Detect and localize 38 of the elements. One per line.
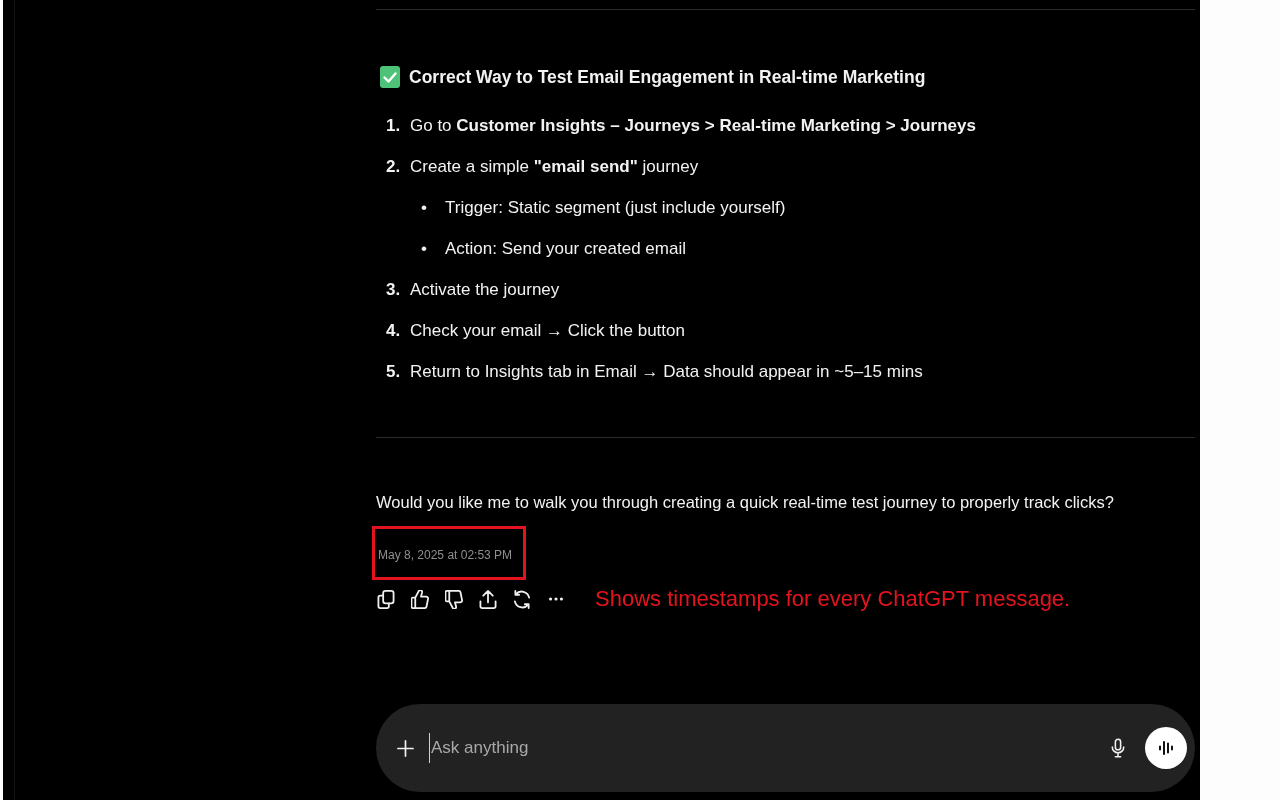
step-text: Go to Customer Insights – Journeys > Real-time Marketing > Journeys bbox=[410, 115, 976, 136]
step-text: Action: Send your created email bbox=[445, 238, 686, 259]
share-button[interactable] bbox=[478, 589, 498, 609]
dictate-button[interactable] bbox=[1111, 738, 1125, 758]
step-number: 1. bbox=[385, 115, 402, 136]
step-number: 3. bbox=[385, 279, 402, 300]
copy-button[interactable] bbox=[376, 589, 396, 609]
step-text: Trigger: Static segment (just include yourself) bbox=[445, 197, 786, 218]
dislike-button[interactable] bbox=[444, 589, 464, 609]
regenerate-button[interactable] bbox=[512, 589, 532, 609]
list-bullet: • bbox=[421, 238, 428, 259]
waveform-icon bbox=[1159, 740, 1173, 756]
annotation-caption: Shows timestamps for every ChatGPT message. bbox=[595, 586, 1071, 612]
check-icon bbox=[380, 66, 400, 88]
microphone-icon bbox=[1111, 738, 1125, 758]
refresh-icon bbox=[513, 589, 531, 609]
step-number: 4. bbox=[385, 320, 402, 341]
list-bullet: • bbox=[421, 197, 428, 218]
step-text: Return to Insights tab in Email → Data should appear in ~5–15 mins bbox=[410, 361, 923, 382]
more-icon bbox=[549, 597, 563, 601]
thumbs-down-icon bbox=[445, 589, 463, 609]
voice-mode-button[interactable] bbox=[1145, 727, 1187, 769]
like-button[interactable] bbox=[410, 589, 430, 609]
step-number: 2. bbox=[385, 156, 402, 177]
plus-icon bbox=[397, 739, 414, 757]
answer-heading: Correct Way to Test Email Engagement in Real-time Marketing bbox=[409, 66, 926, 88]
message-input[interactable]: Ask anything bbox=[429, 733, 1099, 763]
step-number: 5. bbox=[385, 361, 402, 382]
copy-icon bbox=[377, 589, 395, 609]
step-text: Create a simple "email send" journey bbox=[410, 156, 699, 177]
message-composer[interactable]: Ask anything bbox=[376, 704, 1195, 792]
add-button[interactable] bbox=[397, 739, 414, 757]
message-text: Would you like me to walk you through creating a quick real-time test journey to properly track clicks? bbox=[376, 492, 1115, 513]
timestamp: May 8, 2025 at 02:53 PM bbox=[378, 547, 513, 563]
step-text: Activate the journey bbox=[410, 279, 560, 300]
thumbs-up-icon bbox=[411, 589, 429, 609]
share-icon bbox=[479, 589, 497, 609]
step-text: Check your email → Click the button bbox=[410, 320, 685, 341]
